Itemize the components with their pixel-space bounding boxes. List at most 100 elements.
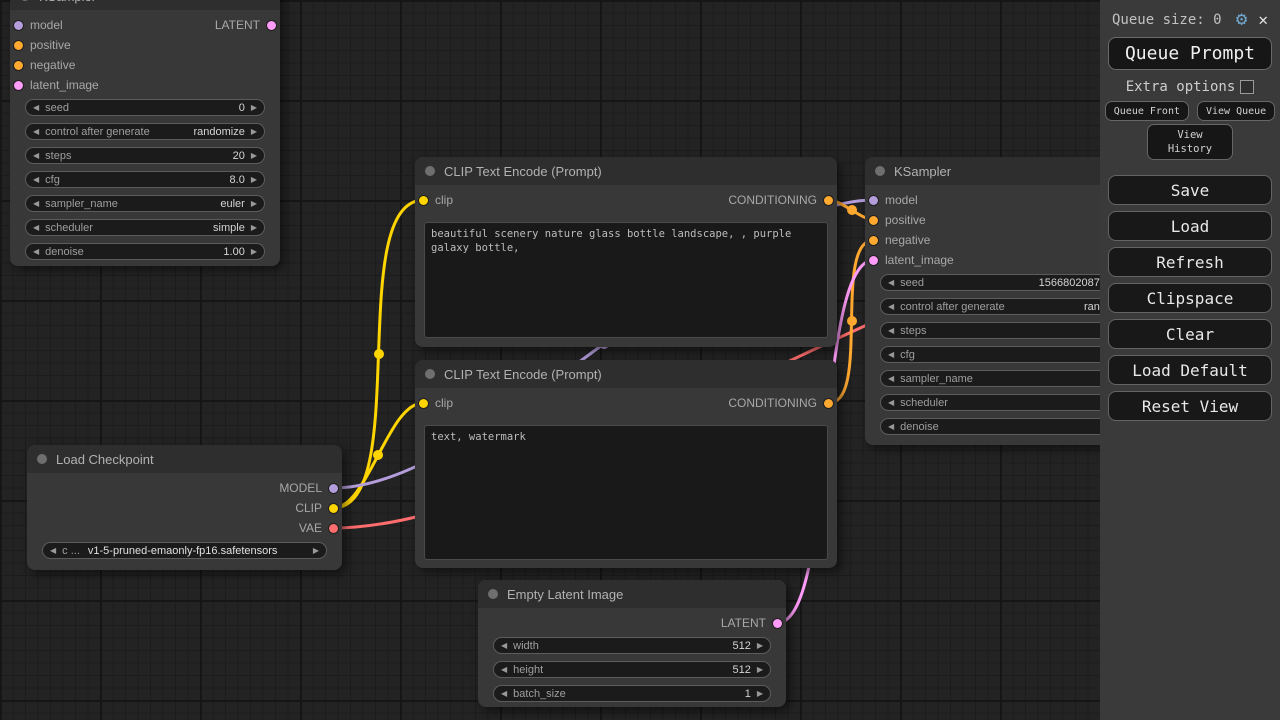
input-port[interactable]: model (865, 190, 1135, 210)
reset-view-button[interactable]: Reset View (1108, 391, 1272, 421)
port-dot[interactable] (824, 196, 833, 205)
node-title-bar[interactable]: KSampler (865, 157, 1135, 185)
increment-arrow-icon[interactable]: ▶ (251, 104, 257, 112)
widget-row[interactable]: ◀ width 512 ▶ (493, 637, 771, 654)
port-dot[interactable] (329, 484, 338, 493)
widget-row[interactable]: ◀ seed 1566802087 ▶ (880, 274, 1120, 291)
port-dot[interactable] (869, 236, 878, 245)
decrement-arrow-icon[interactable]: ◀ (501, 642, 507, 650)
port-dot[interactable] (329, 504, 338, 513)
node-title-bar[interactable]: CLIP Text Encode (Prompt) (415, 360, 837, 388)
increment-arrow-icon[interactable]: ▶ (251, 248, 257, 256)
node-graph-canvas[interactable]: { "colors": { "model": "#B39DDB", "clip"… (0, 0, 1280, 720)
widget-row[interactable]: ◀ denoise ▶ (880, 418, 1120, 435)
port-dot[interactable] (773, 619, 782, 628)
negative-prompt-textarea[interactable]: text, watermark (424, 425, 828, 560)
decrement-arrow-icon[interactable]: ◀ (33, 248, 39, 256)
node-ksampler-left[interactable]: KSampler LATENT model positive (10, 0, 280, 266)
widget-row[interactable]: ◀ scheduler ▶ (880, 394, 1120, 411)
widget-row[interactable]: ◀ height 512 ▶ (493, 661, 771, 678)
decrement-arrow-icon[interactable]: ◀ (888, 351, 894, 359)
decrement-arrow-icon[interactable]: ◀ (33, 128, 39, 136)
decrement-arrow-icon[interactable]: ◀ (33, 224, 39, 232)
output-port[interactable]: CLIP (27, 498, 342, 518)
output-port[interactable]: MODEL (27, 478, 342, 498)
save-button[interactable]: Save (1108, 175, 1272, 205)
decrement-arrow-icon[interactable]: ◀ (33, 152, 39, 160)
input-port[interactable]: positive (10, 35, 280, 55)
widget-row[interactable]: ◀ batch_size 1 ▶ (493, 685, 771, 702)
collapse-toggle[interactable] (425, 166, 435, 176)
decrement-arrow-icon[interactable]: ◀ (888, 327, 894, 335)
collapse-toggle[interactable] (20, 0, 30, 1)
widget-row[interactable]: ◀ control after generate ran ▶ (880, 298, 1120, 315)
increment-arrow-icon[interactable]: ▶ (251, 224, 257, 232)
previous-arrow-icon[interactable]: ◀ (50, 547, 56, 555)
port-dot[interactable] (824, 399, 833, 408)
widget-row[interactable]: ◀ scheduler simple ▶ (25, 219, 265, 236)
widget-row[interactable]: ◀ steps 20 ▶ (25, 147, 265, 164)
output-port[interactable]: CONDITIONING (728, 393, 837, 413)
decrement-arrow-icon[interactable]: ◀ (888, 399, 894, 407)
input-port[interactable]: negative (865, 230, 1135, 250)
widget-row[interactable]: ◀ sampler_name euler ▶ (25, 195, 265, 212)
port-dot[interactable] (329, 524, 338, 533)
output-port[interactable]: VAE (27, 518, 342, 538)
port-dot[interactable] (14, 81, 23, 90)
port-dot[interactable] (419, 196, 428, 205)
increment-arrow-icon[interactable]: ▶ (251, 128, 257, 136)
node-title-bar[interactable]: Load Checkpoint (27, 445, 342, 473)
clear-button[interactable]: Clear (1108, 319, 1272, 349)
increment-arrow-icon[interactable]: ▶ (251, 200, 257, 208)
input-port[interactable]: latent_image (865, 250, 1135, 270)
decrement-arrow-icon[interactable]: ◀ (888, 303, 894, 311)
clipspace-button[interactable]: Clipspace (1108, 283, 1272, 313)
refresh-button[interactable]: Refresh (1108, 247, 1272, 277)
load-button[interactable]: Load (1108, 211, 1272, 241)
decrement-arrow-icon[interactable]: ◀ (888, 375, 894, 383)
port-dot[interactable] (14, 61, 23, 70)
increment-arrow-icon[interactable]: ▶ (757, 690, 763, 698)
node-load-checkpoint[interactable]: Load Checkpoint MODEL CLIP VAE (27, 445, 342, 570)
collapse-toggle[interactable] (875, 166, 885, 176)
close-icon[interactable]: ✕ (1258, 12, 1268, 28)
settings-gear-icon[interactable]: ⚙ (1236, 10, 1247, 29)
decrement-arrow-icon[interactable]: ◀ (888, 279, 894, 287)
input-port[interactable]: negative (10, 55, 280, 75)
increment-arrow-icon[interactable]: ▶ (757, 666, 763, 674)
view-history-button[interactable]: View History (1147, 124, 1233, 160)
widget-row[interactable]: ◀ seed 0 ▶ (25, 99, 265, 116)
node-title-bar[interactable]: Empty Latent Image (478, 580, 786, 608)
decrement-arrow-icon[interactable]: ◀ (888, 423, 894, 431)
collapse-toggle[interactable] (488, 589, 498, 599)
extra-options-checkbox[interactable] (1240, 80, 1254, 94)
increment-arrow-icon[interactable]: ▶ (757, 642, 763, 650)
port-dot[interactable] (869, 216, 878, 225)
ckpt-name-widget[interactable]: ◀ c ... v1-5-pruned-emaonly-fp16.safeten… (42, 542, 327, 559)
decrement-arrow-icon[interactable]: ◀ (33, 176, 39, 184)
port-dot[interactable] (419, 399, 428, 408)
input-port[interactable]: latent_image (10, 75, 280, 95)
queue-front-button[interactable]: Queue Front (1105, 101, 1189, 121)
output-port[interactable]: LATENT (215, 15, 280, 35)
increment-arrow-icon[interactable]: ▶ (251, 152, 257, 160)
widget-row[interactable]: ◀ control after generate randomize ▶ (25, 123, 265, 140)
decrement-arrow-icon[interactable]: ◀ (33, 200, 39, 208)
output-port[interactable]: CONDITIONING (728, 190, 837, 210)
port-dot[interactable] (869, 256, 878, 265)
positive-prompt-textarea[interactable]: beautiful scenery nature glass bottle la… (424, 222, 828, 338)
decrement-arrow-icon[interactable]: ◀ (501, 690, 507, 698)
node-clip-text-encode-negative[interactable]: CLIP Text Encode (Prompt) CONDITIONING c… (415, 360, 837, 568)
output-port[interactable]: LATENT (478, 613, 786, 633)
widget-row[interactable]: ◀ steps ▶ (880, 322, 1120, 339)
node-title-bar[interactable]: CLIP Text Encode (Prompt) (415, 157, 837, 185)
widget-row[interactable]: ◀ cfg 8.0 ▶ (25, 171, 265, 188)
increment-arrow-icon[interactable]: ▶ (251, 176, 257, 184)
collapse-toggle[interactable] (37, 454, 47, 464)
load-default-button[interactable]: Load Default (1108, 355, 1272, 385)
node-title-bar[interactable]: KSampler (10, 0, 280, 10)
port-dot[interactable] (14, 21, 23, 30)
widget-row[interactable]: ◀ cfg ▶ (880, 346, 1120, 363)
node-empty-latent-image[interactable]: Empty Latent Image LATENT ◀ width 512 ▶ (478, 580, 786, 707)
widget-row[interactable]: ◀ denoise 1.00 ▶ (25, 243, 265, 260)
